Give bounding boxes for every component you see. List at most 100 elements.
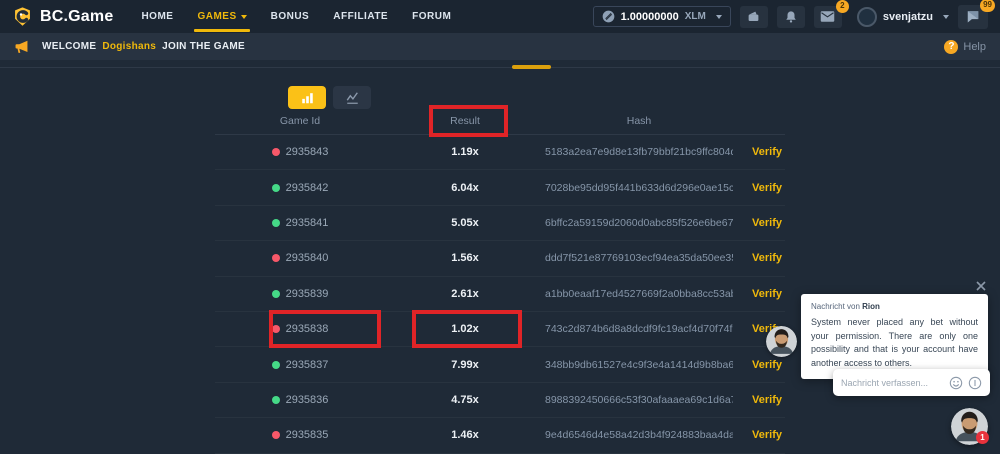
- user-menu[interactable]: svenjatzu: [857, 7, 949, 27]
- hash-value: 7028be95dd95f441b633d6d296e0ae15cc6238dd…: [545, 182, 733, 194]
- welcome-label: WELCOME: [42, 41, 96, 52]
- hash-value: a1bb0eaaf17ed4527669f2a0bba8cc53abab26c6…: [545, 288, 733, 300]
- table-row: 2935843 1.19x 5183a2ea7e9d8e13fb79bbf21b…: [215, 135, 785, 170]
- result-value: 4.75x: [385, 394, 545, 406]
- bar-chart-icon: [300, 91, 315, 105]
- game-history-table: Game Id Result Hash 2935843 1.19x 5183a2…: [215, 108, 785, 454]
- verify-link[interactable]: Verify: [752, 288, 782, 300]
- game-id: 2935835: [286, 429, 329, 441]
- view-toggles: [288, 86, 371, 109]
- result-value: 1.56x: [385, 252, 545, 264]
- result-value: 1.19x: [385, 146, 545, 158]
- chat-composer: [833, 369, 990, 396]
- chat-message-text: System never placed any bet without your…: [811, 316, 978, 370]
- hash-value: ddd7f521e87769103ecf94ea35da50ee354efd1c…: [545, 252, 733, 264]
- annotation-box-game-id: [269, 310, 381, 348]
- status-dot: [272, 148, 280, 156]
- top-header: BC.Game HOME GAMES BONUS AFFILIATE FORUM…: [0, 0, 1000, 33]
- hash-value: 743c2d874b6d8a8dcdf9fc19acf4d70f74f12a38…: [545, 323, 733, 335]
- wallet-button[interactable]: [740, 6, 768, 28]
- status-dot: [272, 254, 280, 262]
- chevron-down-icon: [943, 15, 949, 19]
- verify-link[interactable]: Verify: [752, 252, 782, 264]
- table-row: 2935839 2.61x a1bb0eaaf17ed4527669f2a0bb…: [215, 277, 785, 312]
- status-dot: [272, 361, 280, 369]
- status-dot: [272, 431, 280, 439]
- trend-view-toggle[interactable]: [333, 86, 371, 109]
- attachment-icon[interactable]: [968, 376, 982, 390]
- question-icon: ?: [944, 40, 958, 54]
- bc-game-logo-icon: [12, 6, 33, 27]
- hash-value: 348bb9db61527e4c9f3e4a1414d9b8ba66ce8970…: [545, 359, 733, 371]
- chat-message-input[interactable]: [841, 378, 944, 388]
- balance-amount: 1.00000000: [621, 11, 679, 23]
- bar-view-toggle[interactable]: [288, 86, 326, 109]
- verify-link[interactable]: Verify: [752, 217, 782, 229]
- messages-button[interactable]: 2: [814, 6, 842, 28]
- brand-name: BC.Game: [40, 8, 113, 26]
- welcome-banner: WELCOME Dogishans JOIN THE GAME ? Help: [0, 33, 1000, 60]
- mail-icon: [820, 10, 835, 23]
- table-row: 2935835 1.46x 9e4d6546d4e58a42d3b4f92488…: [215, 418, 785, 453]
- result-value: 2.61x: [385, 288, 545, 300]
- wallet-icon: [746, 9, 761, 24]
- chevron-down-icon: [241, 15, 247, 19]
- table-row: 2935841 5.05x 6bffc2a59159d2060d0abc85f5…: [215, 206, 785, 241]
- close-icon[interactable]: [974, 279, 988, 293]
- chevron-down-icon: [716, 15, 722, 19]
- game-id: 2935839: [286, 288, 329, 300]
- username: svenjatzu: [883, 11, 933, 23]
- hash-value: 6bffc2a59159d2060d0abc85f526e6be676e5590…: [545, 217, 733, 229]
- status-dot: [272, 396, 280, 404]
- hash-value: 9e4d6546d4e58a42d3b4f924883baa4daac019ce…: [545, 429, 733, 441]
- chat-message-popup: Nachricht von Rion System never placed a…: [801, 294, 988, 379]
- status-dot: [272, 219, 280, 227]
- result-value: 1.46x: [385, 429, 545, 441]
- sender-avatar: [766, 326, 797, 357]
- bell-icon: [784, 10, 798, 24]
- result-value: 5.05x: [385, 217, 545, 229]
- nav-affiliate[interactable]: AFFILIATE: [333, 11, 388, 22]
- column-game-id: Game Id: [215, 115, 385, 127]
- content-divider: [0, 67, 1000, 68]
- game-id: 2935843: [286, 146, 329, 158]
- join-label: JOIN THE GAME: [162, 41, 245, 52]
- verify-link[interactable]: Verify: [752, 429, 782, 441]
- annotation-box-result-value: [412, 310, 522, 348]
- result-value: 6.04x: [385, 182, 545, 194]
- table-row: 2935840 1.56x ddd7f521e87769103ecf94ea35…: [215, 241, 785, 276]
- verify-link[interactable]: Verify: [752, 146, 782, 158]
- welcome-username[interactable]: Dogishans: [102, 41, 156, 52]
- chat-panel-button[interactable]: 99: [958, 5, 988, 29]
- nav-forum[interactable]: FORUM: [412, 11, 451, 22]
- tab-indicator: [512, 65, 551, 69]
- nav-home[interactable]: HOME: [141, 11, 173, 22]
- verify-link[interactable]: Verify: [752, 182, 782, 194]
- message-sender: Rion: [862, 302, 880, 311]
- user-avatar: [857, 7, 877, 27]
- chat-unread-badge: 1: [976, 431, 989, 444]
- status-dot: [272, 290, 280, 298]
- nav-bonus[interactable]: BONUS: [271, 11, 310, 22]
- emoji-icon[interactable]: [949, 376, 963, 390]
- hash-value: 5183a2ea7e9d8e13fb79bbf21bc9ffc804dada4a…: [545, 146, 733, 158]
- balance-selector[interactable]: 1.00000000 XLM: [593, 6, 731, 27]
- verify-link[interactable]: Verify: [752, 394, 782, 406]
- verify-link[interactable]: Verify: [752, 359, 782, 371]
- balance-currency: XLM: [685, 11, 706, 22]
- message-from-label: Nachricht von: [811, 302, 860, 311]
- notifications-button[interactable]: [777, 6, 805, 28]
- game-id: 2935836: [286, 394, 329, 406]
- game-id: 2935840: [286, 252, 329, 264]
- result-value: 7.99x: [385, 359, 545, 371]
- header-right: 1.00000000 XLM 2 svenjatzu: [593, 5, 988, 29]
- nav-games[interactable]: GAMES: [197, 11, 246, 22]
- help-button[interactable]: ? Help: [944, 40, 986, 54]
- chat-badge: 99: [980, 0, 995, 12]
- mail-badge: 2: [836, 0, 849, 13]
- game-id: 2935837: [286, 359, 329, 371]
- brand-logo[interactable]: BC.Game: [12, 6, 113, 27]
- trend-chart-icon: [345, 91, 360, 105]
- status-dot: [272, 184, 280, 192]
- game-id: 2935841: [286, 217, 329, 229]
